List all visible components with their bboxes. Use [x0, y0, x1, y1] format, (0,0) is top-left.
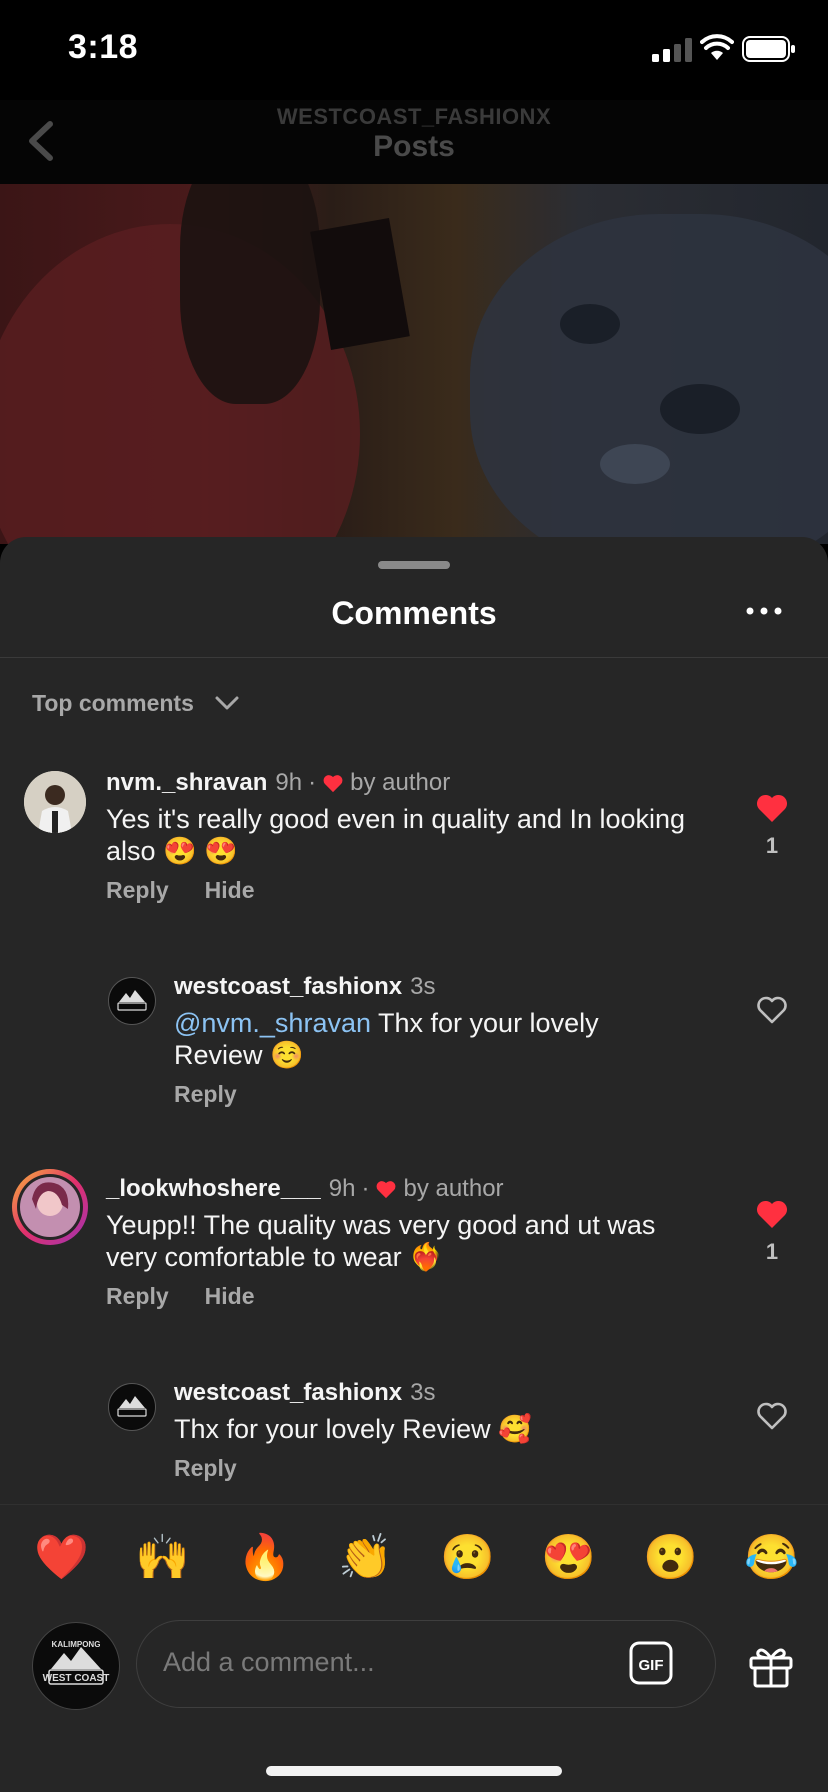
- avatar[interactable]: [12, 1169, 88, 1245]
- comment-time: 9h: [328, 1175, 356, 1202]
- post-image: [0, 184, 828, 544]
- like-heart-outline-icon[interactable]: [755, 995, 789, 1025]
- reply-button[interactable]: Reply: [174, 1455, 237, 1482]
- sort-dropdown[interactable]: Top comments: [32, 683, 240, 723]
- reaction-fire[interactable]: 🔥: [237, 1533, 292, 1583]
- comment-input[interactable]: Add a comment... GIF: [136, 1620, 716, 1708]
- like-heart-icon[interactable]: [755, 793, 789, 823]
- west-coast-logo-icon: [110, 1385, 154, 1429]
- reaction-heart-eyes[interactable]: 😍: [541, 1533, 596, 1583]
- header-title: Posts: [373, 130, 455, 163]
- comment-time: 3s: [410, 973, 436, 1000]
- comment-time: 9h: [275, 769, 303, 796]
- avatar-person-icon: [24, 771, 86, 833]
- header-account-name: WESTCOAST_FASHIONX: [276, 104, 552, 129]
- home-indicator: [266, 1766, 562, 1776]
- avatar[interactable]: [108, 977, 156, 1025]
- status-time: 3:18: [68, 28, 139, 66]
- battery-icon: [742, 36, 795, 62]
- comment-username[interactable]: westcoast_fashionx: [174, 1379, 402, 1407]
- comment-time: 3s: [410, 1379, 436, 1406]
- liked-by-author-heart-icon: [323, 775, 343, 793]
- avatar[interactable]: [24, 771, 86, 833]
- gif-icon[interactable]: GIF: [629, 1641, 673, 1685]
- comment-meta: nvm._shravan 9h · by author: [106, 769, 451, 797]
- chevron-down-icon: [215, 696, 239, 710]
- comment-username[interactable]: nvm._shravan: [106, 769, 267, 797]
- like-count: 1: [765, 833, 779, 858]
- logo-text-top: KALIMPONG: [52, 1640, 101, 1649]
- cellular-signal-icon: [652, 38, 692, 62]
- hide-button[interactable]: Hide: [205, 877, 255, 904]
- comment-composer: KALIMPONG WEST COAST Add a comment... GI…: [0, 1608, 828, 1792]
- avatar[interactable]: [108, 1383, 156, 1431]
- status-bar: 3:18: [0, 0, 828, 100]
- sort-label: Top comments: [32, 689, 194, 716]
- reply-button[interactable]: Reply: [106, 877, 169, 904]
- reply-item: westcoast_fashionx 3s @nvm._shravan Thx …: [0, 967, 828, 1137]
- like-heart-outline-icon[interactable]: [755, 1401, 789, 1431]
- reaction-laughing[interactable]: 😂: [744, 1533, 799, 1583]
- reaction-heart[interactable]: ❤️: [34, 1533, 89, 1583]
- avatar-person-icon: [17, 1174, 83, 1240]
- wifi-icon: [700, 34, 734, 60]
- reply-button[interactable]: Reply: [174, 1081, 237, 1108]
- comment-text: @nvm._shravan Thx for your lovely Review…: [174, 1007, 684, 1071]
- comment-input-placeholder: Add a comment...: [163, 1647, 375, 1677]
- west-coast-logo-icon: KALIMPONG WEST COAST: [43, 1640, 110, 1685]
- posts-header: WESTCOAST_FASHIONX Posts: [0, 100, 828, 184]
- sheet-drag-handle[interactable]: [378, 561, 450, 569]
- reply-item: westcoast_fashionx 3s Thx for your lovel…: [0, 1373, 828, 1513]
- my-avatar[interactable]: KALIMPONG WEST COAST: [32, 1622, 120, 1710]
- reaction-raising-hands[interactable]: 🙌: [135, 1533, 190, 1583]
- sheet-title: Comments: [331, 595, 497, 631]
- liked-by-author-heart-icon: [377, 1181, 396, 1199]
- liked-by-author-label: by author: [350, 769, 451, 796]
- comment-username[interactable]: westcoast_fashionx: [174, 973, 402, 1001]
- like-count: 1: [765, 1239, 779, 1264]
- logo-text: WEST COAST: [43, 1673, 110, 1684]
- reaction-crying[interactable]: 😢: [440, 1533, 495, 1583]
- comment-item: _lookwhoshere___ 9h · by author Yeupp!! …: [0, 1169, 828, 1349]
- mention-link[interactable]: @nvm._shravan: [174, 1008, 371, 1038]
- sheet-divider: [0, 657, 828, 658]
- comment-username[interactable]: _lookwhoshere___: [106, 1175, 321, 1203]
- reaction-clapping[interactable]: 👏: [338, 1533, 393, 1583]
- reply-button[interactable]: Reply: [106, 1283, 169, 1310]
- gif-label: GIF: [639, 1657, 664, 1674]
- gift-icon[interactable]: [748, 1642, 794, 1688]
- like-heart-icon[interactable]: [755, 1199, 789, 1229]
- emoji-reaction-bar: ❤️ 🙌 🔥 👏 😢 😍 😮 😂: [0, 1504, 828, 1609]
- comment-item: nvm._shravan 9h · by author Yes it's rea…: [0, 763, 828, 943]
- more-options-icon[interactable]: [744, 603, 784, 619]
- liked-by-author-label: by author: [403, 1175, 504, 1202]
- comment-text: Yes it's really good even in quality and…: [106, 804, 686, 866]
- comment-text: Thx for your lovely Review 🥰: [174, 1414, 532, 1444]
- reaction-surprised[interactable]: 😮: [643, 1533, 698, 1583]
- hide-button[interactable]: Hide: [205, 1283, 255, 1310]
- west-coast-logo-icon: [110, 979, 154, 1023]
- comment-text: Yeupp!! The quality was very good and ut…: [106, 1210, 656, 1272]
